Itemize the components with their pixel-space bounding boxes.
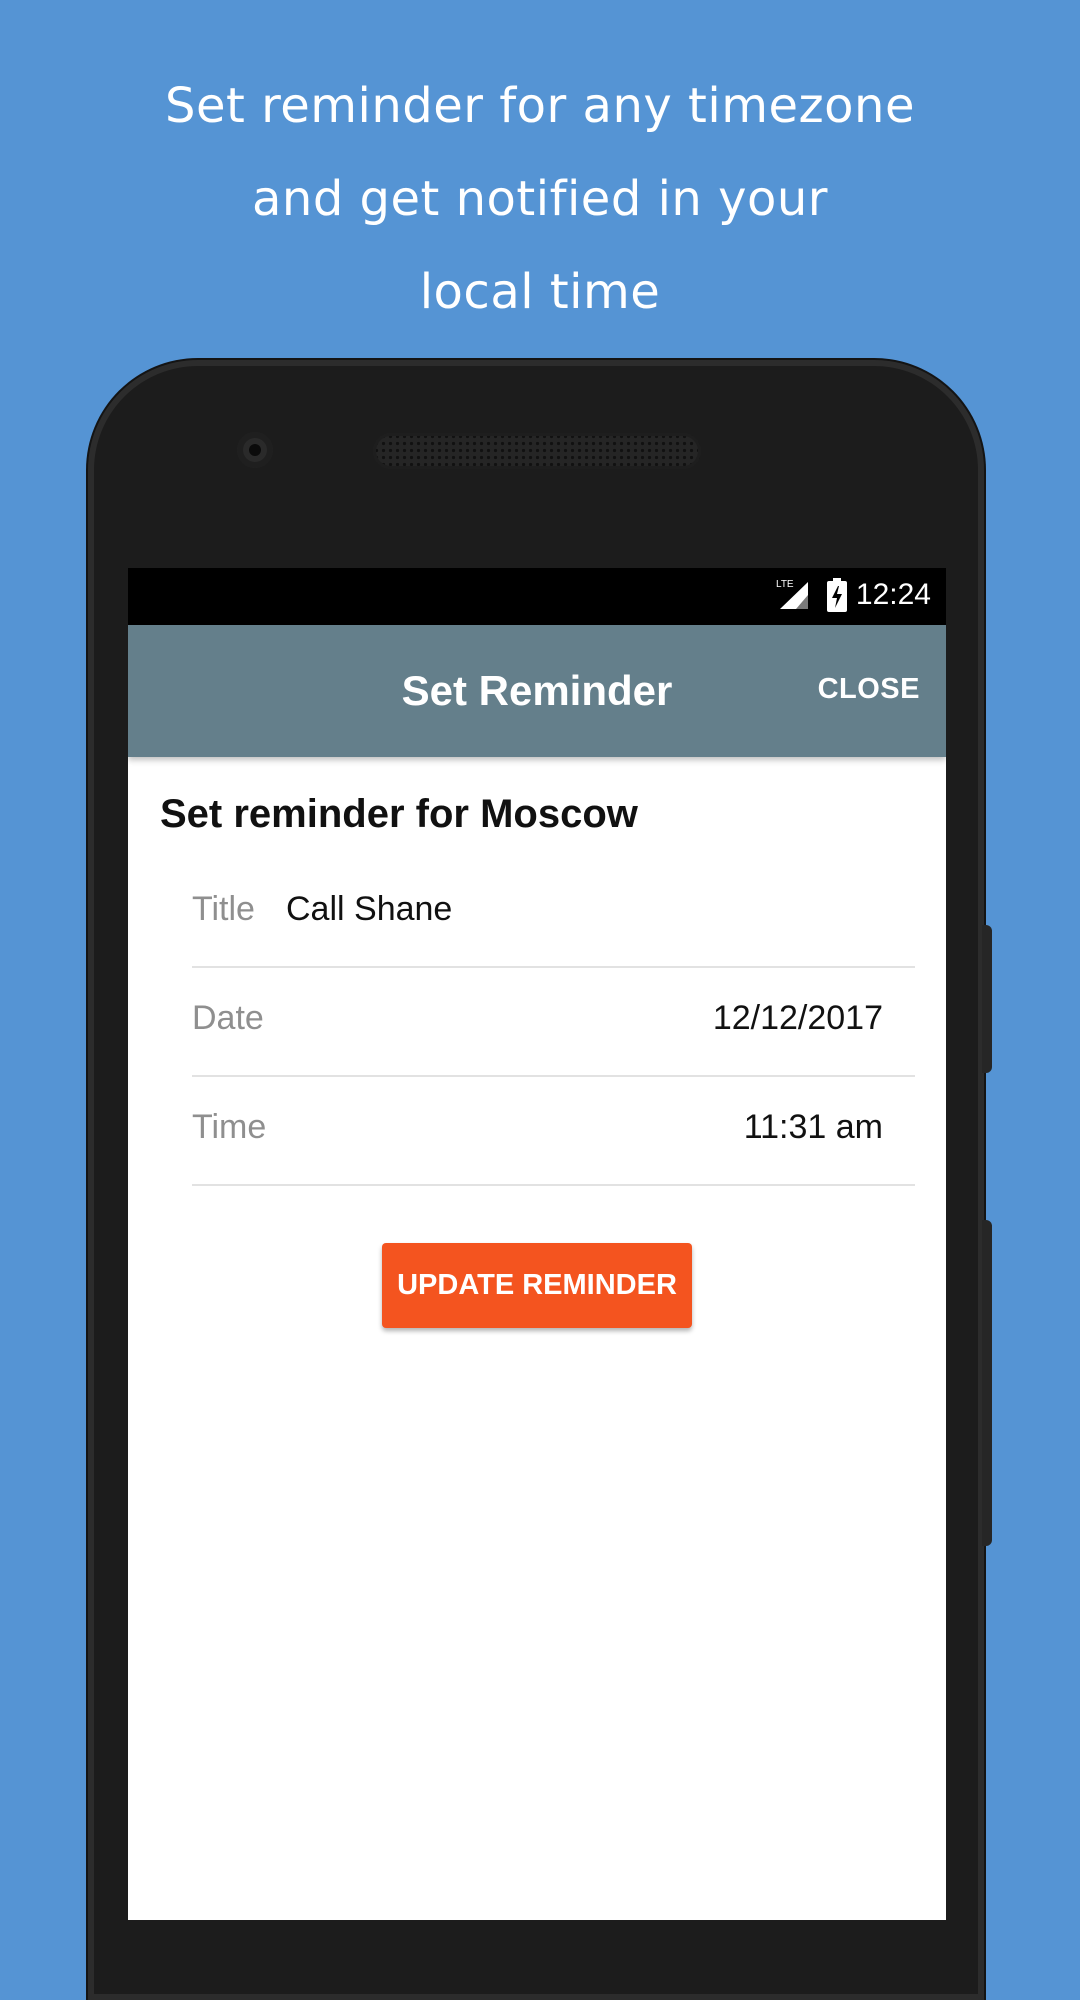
svg-text:LTE: LTE	[776, 579, 794, 590]
date-value[interactable]: 12/12/2017	[713, 999, 883, 1038]
battery-charging-icon	[827, 578, 847, 612]
form-heading: Set reminder for Moscow	[160, 792, 638, 836]
app-bar: Set Reminder CLOSE	[128, 625, 946, 757]
volume-button	[982, 1220, 992, 1546]
title-label: Title	[192, 890, 255, 928]
phone-screen: LTE 12:24 Set Reminder CLOSE Set reminde…	[128, 568, 946, 1920]
date-label: Date	[192, 999, 264, 1037]
time-field-row[interactable]: Time 11:31 am	[192, 1076, 915, 1186]
update-reminder-button[interactable]: UPDATE REMINDER	[382, 1243, 692, 1328]
date-field-row[interactable]: Date 12/12/2017	[192, 967, 915, 1077]
status-time: 12:24	[855, 578, 931, 611]
status-bar: LTE 12:24	[128, 568, 946, 625]
front-camera	[237, 432, 273, 468]
time-value[interactable]: 11:31 am	[744, 1108, 883, 1147]
promo-headline: Set reminder for any timezone and get no…	[0, 60, 1080, 339]
time-label: Time	[192, 1108, 267, 1146]
close-button[interactable]: CLOSE	[818, 673, 920, 706]
earpiece-speaker	[373, 433, 701, 469]
promo-line-2: and get notified in your	[251, 171, 829, 227]
promo-line-3: local time	[419, 264, 661, 320]
promo-line-1: Set reminder for any timezone	[164, 78, 915, 134]
title-input[interactable]: Call Shane	[286, 890, 452, 929]
lte-signal-icon: LTE	[776, 579, 808, 609]
title-field-row[interactable]: Title Call Shane	[192, 858, 915, 968]
power-button	[982, 925, 992, 1073]
